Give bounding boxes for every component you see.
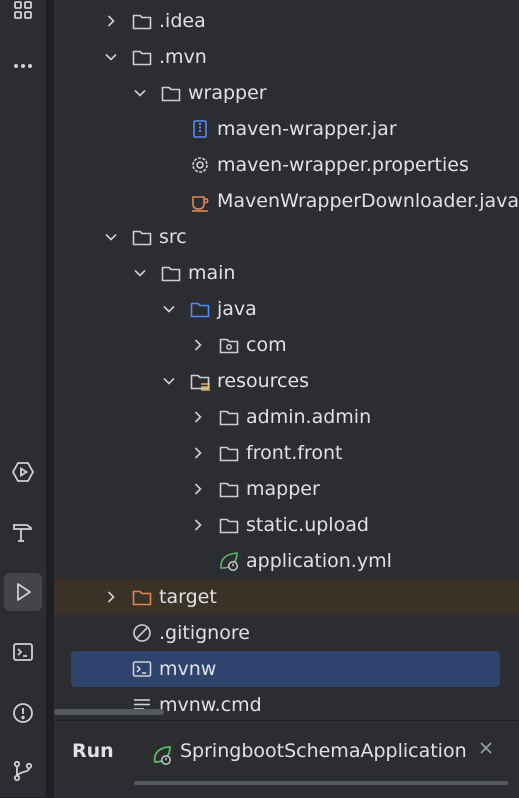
services-icon[interactable]	[4, 453, 42, 491]
chevron-right-icon[interactable]	[104, 590, 118, 604]
tree-item[interactable]: .mvn	[54, 39, 519, 75]
folder-icon	[132, 50, 152, 66]
chevron-down-icon[interactable]	[104, 230, 118, 244]
chevron-down-icon[interactable]	[133, 266, 147, 280]
tree-item-label: main	[188, 262, 236, 284]
package-icon	[219, 338, 239, 354]
tree-item-label: wrapper	[188, 82, 267, 104]
terminal-icon[interactable]	[4, 633, 42, 671]
tree-item[interactable]: main	[54, 255, 519, 291]
folder-icon	[219, 482, 239, 498]
tree-item-label: .mvn	[159, 46, 207, 68]
shell-script-icon	[132, 661, 152, 677]
tree-item[interactable]: mapper	[54, 471, 519, 507]
tree-item-label: maven-wrapper.properties	[217, 154, 469, 176]
tree-item[interactable]: java	[54, 291, 519, 327]
chevron-right-icon[interactable]	[191, 446, 205, 460]
tree-item-label: maven-wrapper.jar	[217, 118, 397, 140]
folder-icon	[219, 410, 239, 426]
chevron-right-icon[interactable]	[191, 482, 205, 496]
run-panel: Run SpringbootSchemaApplication	[54, 720, 519, 798]
run-tab-label: SpringbootSchemaApplication	[180, 740, 467, 762]
folder-icon	[219, 446, 239, 462]
tree-item[interactable]: src	[54, 219, 519, 255]
chevron-right-icon[interactable]	[191, 518, 205, 532]
chevron-right-icon[interactable]	[191, 410, 205, 424]
tree-item[interactable]: application.yml	[54, 543, 519, 579]
ignore-file-icon	[133, 624, 151, 642]
tree-item[interactable]: resources	[54, 363, 519, 399]
chevron-down-icon[interactable]	[162, 374, 176, 388]
project-tree[interactable]: .idea .mvn wrapper maven-wrapper.jar maven-w…	[54, 0, 519, 720]
horizontal-scrollbar[interactable]	[54, 709, 164, 715]
folder-icon	[132, 14, 152, 30]
chevron-right-icon[interactable]	[104, 14, 118, 28]
tree-item[interactable]: mvnw.cmd	[54, 687, 519, 720]
tree-item-label: com	[246, 334, 287, 356]
close-icon[interactable]	[479, 741, 493, 755]
folder-icon	[132, 230, 152, 246]
tree-item-label: MavenWrapperDownloader.java	[217, 190, 519, 212]
tree-item-label: mvnw	[159, 658, 217, 680]
problems-icon[interactable]	[4, 694, 42, 732]
chevron-down-icon[interactable]	[104, 50, 118, 64]
tree-item[interactable]: wrapper	[54, 75, 519, 111]
tree-item-label: java	[217, 298, 257, 320]
jar-file-icon	[193, 120, 207, 138]
java-file-icon	[192, 196, 209, 212]
excluded-folder-icon	[132, 590, 152, 606]
tree-item[interactable]: static.upload	[54, 507, 519, 543]
tree-item-label: front.front	[246, 442, 343, 464]
tree-item[interactable]: front.front	[54, 435, 519, 471]
tree-item-label: target	[159, 586, 217, 608]
tool-window-sidebar	[0, 0, 47, 797]
tree-item-label: static.upload	[246, 514, 369, 536]
chevron-down-icon[interactable]	[133, 86, 147, 100]
tree-item[interactable]: MavenWrapperDownloader.java	[54, 183, 519, 219]
tree-item-label: application.yml	[246, 550, 392, 572]
chevron-right-icon[interactable]	[191, 338, 205, 352]
structure-icon[interactable]	[4, 0, 42, 29]
tree-item-label: admin.admin	[246, 406, 372, 428]
tree-item[interactable]: maven-wrapper.properties	[54, 147, 519, 183]
tree-item-label: .gitignore	[159, 622, 250, 644]
tree-item-label: src	[159, 226, 187, 248]
tree-item-label: resources	[217, 370, 310, 392]
folder-icon	[161, 266, 181, 282]
run-icon[interactable]	[4, 573, 42, 611]
spring-boot-icon	[153, 746, 171, 765]
gear-icon	[192, 157, 208, 173]
tree-item[interactable]: maven-wrapper.jar	[54, 111, 519, 147]
build-icon[interactable]	[4, 513, 42, 551]
spring-config-icon	[220, 552, 239, 572]
run-panel-title: Run	[72, 740, 114, 762]
tree-item[interactable]: com	[54, 327, 519, 363]
chevron-down-icon[interactable]	[162, 302, 176, 316]
resources-folder-icon	[190, 374, 210, 391]
tree-item-label: mapper	[246, 478, 320, 500]
git-icon[interactable]	[4, 752, 42, 790]
run-panel-scrollbar[interactable]	[134, 781, 508, 785]
source-folder-icon	[190, 302, 210, 318]
tree-item[interactable]: target	[54, 579, 519, 615]
tree-item-label: .idea	[159, 10, 206, 32]
tree-item[interactable]: .gitignore	[54, 615, 519, 651]
tree-item-label: mvnw.cmd	[159, 694, 262, 716]
more-icon[interactable]	[4, 47, 42, 85]
tree-item[interactable]: admin.admin	[54, 399, 519, 435]
tree-item[interactable]: .idea	[54, 3, 519, 39]
folder-icon	[219, 518, 239, 534]
tree-item[interactable]: mvnw	[71, 651, 500, 687]
folder-icon	[161, 86, 181, 102]
